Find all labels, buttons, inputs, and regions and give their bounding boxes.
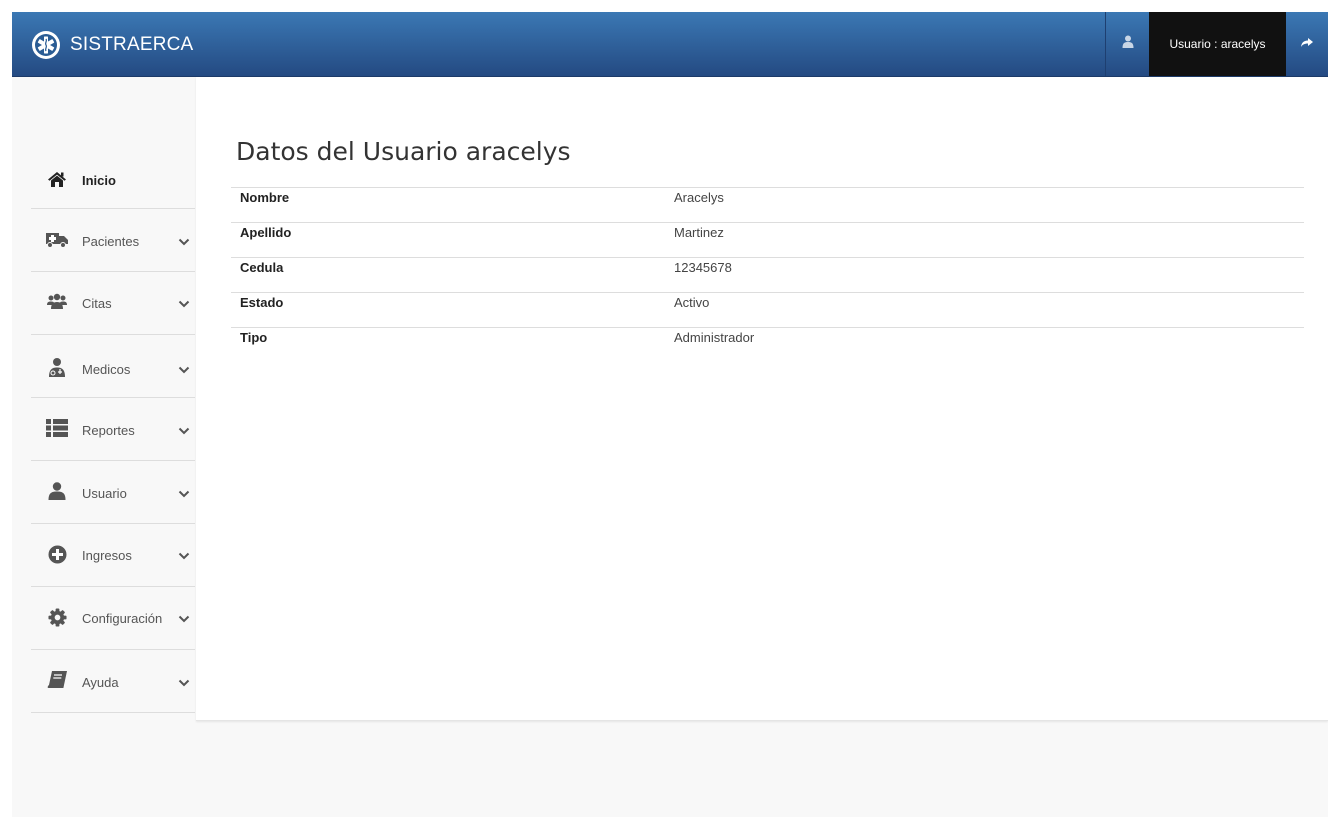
field-value: Activo xyxy=(665,292,1304,328)
gear-icon xyxy=(45,607,69,627)
plus-circle-icon xyxy=(45,544,69,564)
field-label: Nombre xyxy=(231,187,665,223)
ambulance-icon xyxy=(45,229,69,249)
main-content: Datos del Usuario aracelys Nombre Aracel… xyxy=(196,77,1328,721)
user-icon xyxy=(45,481,69,501)
navbar-right: Usuario : aracelys xyxy=(1105,12,1328,76)
sidebar-item-reportes[interactable]: Reportes xyxy=(31,398,195,461)
sidebar-item-medicos[interactable]: Medicos xyxy=(31,335,195,398)
sidebar-item-label: Inicio xyxy=(82,173,116,188)
table-row: Apellido Martinez xyxy=(231,222,1304,258)
sidebar-item-inicio[interactable]: Inicio xyxy=(31,146,195,209)
field-label: Estado xyxy=(231,292,665,328)
sidebar-item-label: Reportes xyxy=(82,423,135,438)
field-value: Aracelys xyxy=(665,187,1304,223)
table-row: Estado Activo xyxy=(231,292,1304,328)
field-value: 12345678 xyxy=(665,257,1304,293)
app-title: SISTRAERCA xyxy=(70,34,194,55)
brand-link[interactable]: SISTRAERCA xyxy=(32,29,193,61)
chevron-down-icon xyxy=(178,300,190,308)
chevron-down-icon xyxy=(178,238,190,246)
field-value: Martinez xyxy=(665,222,1304,258)
sidebar-item-label: Configuración xyxy=(82,611,163,626)
current-user-label: Usuario : aracelys xyxy=(1149,12,1286,76)
sidebar-item-label: Usuario xyxy=(82,486,127,501)
field-label: Apellido xyxy=(231,222,665,258)
user-menu-button[interactable] xyxy=(1105,12,1149,76)
chevron-down-icon xyxy=(178,679,190,687)
field-value: Administrador xyxy=(665,327,1304,363)
sidebar-item-citas[interactable]: Citas xyxy=(31,272,195,335)
chevron-down-icon xyxy=(178,615,190,623)
sidebar-item-label: Ingresos xyxy=(82,548,132,563)
table-row: Nombre Aracelys xyxy=(231,187,1304,223)
chevron-down-icon xyxy=(178,490,190,498)
sidebar-item-ingresos[interactable]: Ingresos xyxy=(31,524,195,587)
user-icon xyxy=(1122,35,1134,53)
sidebar-item-configuracion[interactable]: Configuración xyxy=(31,587,195,650)
app-frame: SISTRAERCA Usuario : aracelys Inicio Pac… xyxy=(12,12,1328,817)
medical-star-logo-icon xyxy=(32,31,60,59)
chevron-down-icon xyxy=(178,552,190,560)
book-icon xyxy=(45,670,69,690)
table-row: Cedula 12345678 xyxy=(231,257,1304,293)
sidebar-item-label: Pacientes xyxy=(82,234,140,249)
chevron-down-icon xyxy=(178,427,190,435)
home-icon xyxy=(45,169,69,189)
field-label: Tipo xyxy=(231,327,665,363)
top-navbar: SISTRAERCA Usuario : aracelys xyxy=(12,12,1328,77)
sidebar-item-label: Medicos xyxy=(82,362,131,377)
share-arrow-icon xyxy=(1301,35,1313,53)
logout-button[interactable] xyxy=(1286,12,1328,76)
sidebar-item-usuario[interactable]: Usuario xyxy=(31,461,195,524)
field-label: Cedula xyxy=(231,257,665,293)
page-title: Datos del Usuario aracelys xyxy=(236,137,571,166)
list-icon xyxy=(45,418,69,438)
doctor-icon xyxy=(45,357,69,377)
sidebar: Inicio Pacientes Citas Medicos Reportes … xyxy=(12,77,195,817)
user-details-table: Nombre Aracelys Apellido Martinez Cedula… xyxy=(231,187,1304,363)
sidebar-item-label: Citas xyxy=(82,296,112,311)
sidebar-item-label: Ayuda xyxy=(82,675,119,690)
chevron-down-icon xyxy=(178,366,190,374)
users-icon xyxy=(45,292,69,312)
sidebar-item-ayuda[interactable]: Ayuda xyxy=(31,650,195,713)
sidebar-item-pacientes[interactable]: Pacientes xyxy=(31,209,195,272)
table-row: Tipo Administrador xyxy=(231,327,1304,363)
